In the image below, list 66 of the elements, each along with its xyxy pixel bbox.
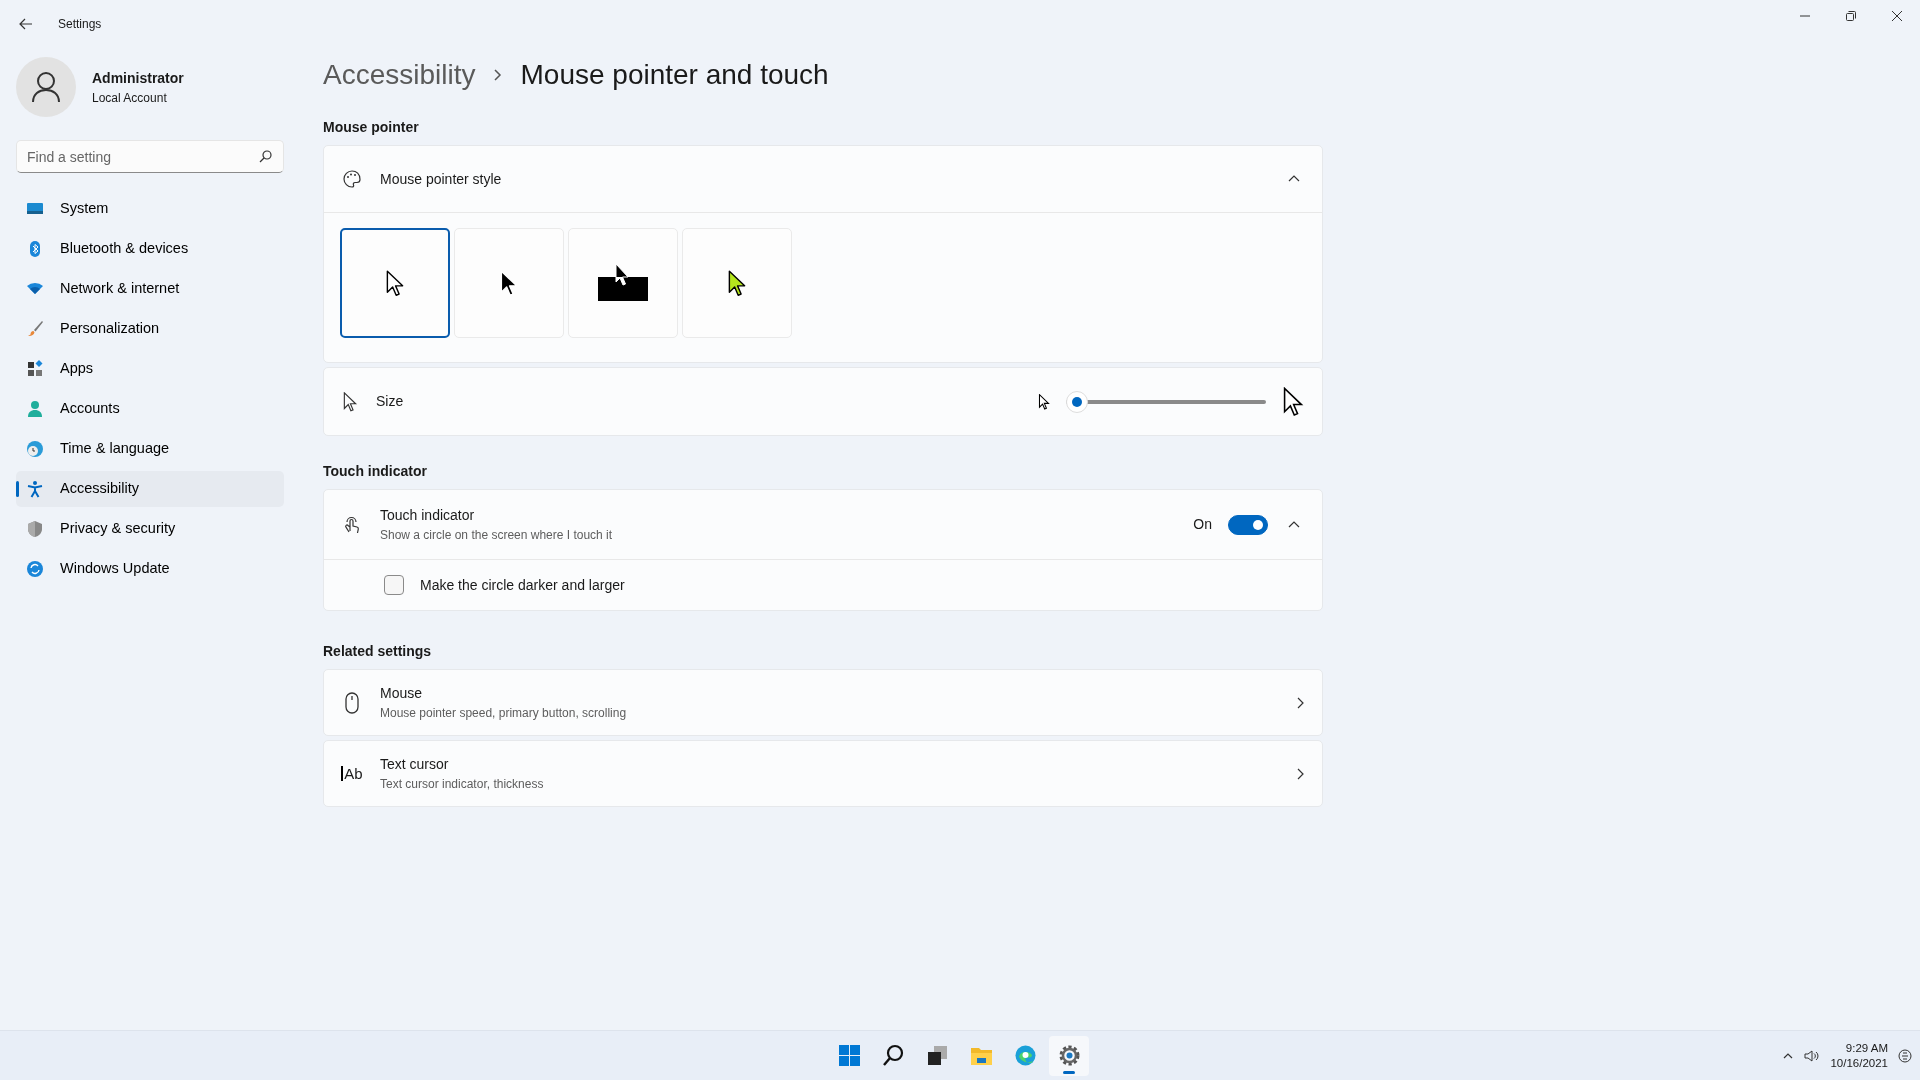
sidebar-item[interactable]: Accessibility	[16, 471, 284, 507]
section-heading: Touch indicator	[323, 462, 428, 481]
clock-date[interactable]: 10/16/2021	[1830, 1055, 1888, 1070]
slider[interactable]	[1066, 390, 1266, 413]
setting-description: Text cursor indicator, thickness	[380, 776, 544, 793]
search-icon	[880, 1043, 906, 1068]
pointer-icon	[342, 391, 358, 412]
sidebar-item[interactable]: System	[16, 191, 284, 227]
checkbox[interactable]	[384, 575, 404, 595]
setting-title: Touch indicator	[380, 506, 476, 525]
chevron-right-icon	[1296, 767, 1304, 780]
large-pointer-icon	[1282, 386, 1304, 417]
settings-link-card[interactable]: Mouse Mouse pointer speed, primary button, scrolling	[323, 669, 1323, 736]
accessibility-icon	[26, 480, 44, 498]
sidebar-item[interactable]: Network & internet	[16, 271, 284, 307]
user-name: Administrator	[92, 68, 184, 88]
setting-title: Mouse pointer style	[380, 169, 502, 189]
touch-icon	[342, 514, 362, 535]
sidebar-item[interactable]: Bluetooth & devices	[16, 231, 284, 267]
speaker-icon[interactable]	[1804, 1048, 1821, 1063]
search-icon	[259, 150, 272, 163]
section-heading: Mouse pointer	[323, 118, 420, 137]
palette-icon	[342, 169, 362, 189]
chevron-right-icon	[1296, 696, 1304, 709]
breadcrumb-link[interactable]: Accessibility	[323, 54, 476, 96]
toggle-switch[interactable]	[1228, 514, 1268, 535]
setting-title: Text cursor	[380, 755, 450, 774]
pointer-style-option[interactable]	[340, 228, 450, 338]
settings-link-card[interactable]: Ab Text cursor Text cursor indicator, thickness	[323, 740, 1323, 807]
restore-icon	[1845, 10, 1857, 22]
slider-thumb[interactable]	[1066, 390, 1088, 413]
sidebar-item[interactable]: Privacy & security	[16, 511, 284, 547]
checkbox-label: Make the circle darker and larger	[420, 575, 625, 595]
brush-icon	[26, 320, 44, 338]
windows-logo-icon	[836, 1043, 862, 1068]
notification-icon[interactable]	[1898, 1048, 1912, 1063]
sidebar-item[interactable]: Apps	[16, 351, 284, 387]
mouse-icon	[344, 691, 360, 714]
setting-title: Mouse	[380, 684, 424, 703]
clock-time[interactable]: 9:29 AM	[1830, 1041, 1888, 1056]
search-field[interactable]: Find a setting	[16, 140, 284, 173]
setting-title: Size	[376, 392, 404, 411]
sidebar-item[interactable]: Time & language	[16, 431, 284, 467]
account-type: Local Account	[92, 89, 168, 107]
sidebar-item[interactable]: Windows Update	[16, 551, 284, 587]
shield-icon	[26, 520, 44, 538]
pointer-on-block-icon	[597, 263, 649, 303]
update-icon	[26, 560, 44, 578]
back-arrow-icon	[18, 16, 34, 32]
taskbar-app[interactable]	[1049, 1035, 1089, 1076]
chevron-right-icon	[493, 68, 503, 82]
section-heading: Related settings	[323, 642, 433, 661]
setting-description: Mouse pointer speed, primary button, scrolling	[380, 705, 627, 722]
pointer-icon	[386, 269, 404, 296]
close-icon	[1891, 10, 1903, 22]
setting-description: Show a circle on the screen where I touch it	[380, 527, 613, 544]
sidebar-item[interactable]: Accounts	[16, 391, 284, 427]
apps-icon	[26, 360, 44, 378]
person-icon	[26, 400, 44, 418]
toggle-state-label: On	[1193, 515, 1212, 534]
page-title: Mouse pointer and touch	[520, 58, 829, 92]
window-title: Settings	[58, 16, 102, 33]
sidebar-item[interactable]: Personalization	[16, 311, 284, 347]
small-pointer-icon	[1038, 393, 1050, 410]
globe-clock-icon	[26, 440, 44, 458]
browser-icon	[1012, 1043, 1038, 1068]
